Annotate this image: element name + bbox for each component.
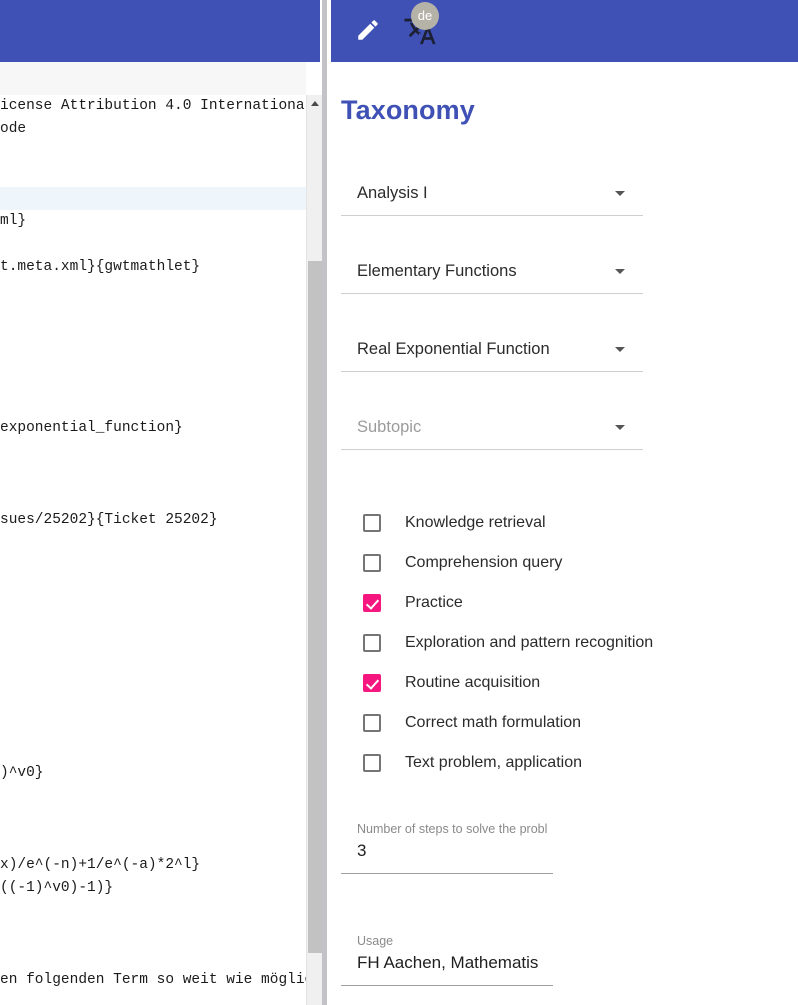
checkbox-row-correct-math-formulation[interactable]: Correct math formulation [341, 703, 761, 743]
pencil-icon[interactable] [350, 12, 386, 48]
editor-toolbar-strip [0, 62, 306, 96]
code-line: en folgenden Term so weit wie möglich [0, 972, 306, 988]
page-title: Taxonomy [341, 95, 475, 125]
checkbox-row-exploration-and-pattern-recognition[interactable]: Exploration and pattern recognition [341, 623, 761, 663]
source-editor-panel: icense Attribution 4.0 International ode m… [0, 62, 322, 1005]
field-label: Number of steps to solve the probl [357, 822, 548, 836]
checkbox-row-text-problem-application[interactable]: Text problem, application [341, 743, 761, 783]
checkbox-text-problem-application[interactable] [363, 754, 381, 772]
field-value[interactable]: FH Aachen, Mathematis [357, 953, 553, 973]
checkbox-label: Comprehension query [405, 554, 563, 571]
select-topic-level-3[interactable]: Real Exponential Function [341, 312, 643, 372]
code-line: t.meta.xml}{gwtmathlet} [0, 259, 201, 275]
code-line: ode [0, 121, 27, 137]
code-line: ((-1)^v0)-1)} [0, 880, 114, 896]
application-window: de icense Attribution 4.0 International o… [0, 0, 798, 1005]
checkbox-routine-acquisition[interactable] [363, 674, 381, 692]
select-topic-level-1[interactable]: Analysis I [341, 156, 643, 216]
checkbox-row-comprehension-query[interactable]: Comprehension query [341, 543, 761, 583]
editor-vertical-scrollbar[interactable] [306, 95, 322, 1005]
field-underline [341, 293, 643, 294]
checkbox-practice[interactable] [363, 594, 381, 612]
code-line: ml} [0, 213, 27, 229]
checkbox-correct-math-formulation[interactable] [363, 714, 381, 732]
chevron-down-icon[interactable] [615, 347, 625, 352]
checkbox-label: Practice [405, 594, 463, 611]
code-line [0, 187, 306, 210]
chevron-down-icon[interactable] [615, 425, 625, 430]
select-topic-level-2[interactable]: Elementary Functions [341, 234, 643, 294]
field-underline [341, 985, 553, 986]
checkbox-exploration-and-pattern-recognition[interactable] [363, 634, 381, 652]
checkbox-label: Exploration and pattern recognition [405, 634, 654, 651]
checkbox-label: Correct math formulation [405, 714, 582, 731]
field-underline [341, 449, 643, 450]
select-value: Subtopic [357, 418, 422, 436]
select-value: Real Exponential Function [357, 340, 550, 358]
checkbox-label: Routine acquisition [405, 674, 541, 691]
checkbox-comprehension-query[interactable] [363, 554, 381, 572]
code-line: )^v0} [0, 765, 44, 781]
language-badge[interactable]: de [411, 2, 439, 30]
editor-code-area[interactable]: icense Attribution 4.0 International ode m… [0, 95, 306, 1005]
select-subtopic[interactable]: Subtopic [341, 390, 643, 450]
checkbox-row-routine-acquisition[interactable]: Routine acquisition [341, 663, 761, 703]
code-line: icense Attribution 4.0 International [0, 98, 306, 114]
checkbox-row-practice[interactable]: Practice [341, 583, 761, 623]
scrollbar-thumb[interactable] [308, 261, 322, 953]
text-field-usage[interactable]: Usage FH Aachen, Mathematis [341, 924, 553, 986]
scroll-up-arrow-icon[interactable] [307, 95, 322, 111]
field-label: Usage [357, 934, 394, 948]
field-underline [341, 215, 643, 216]
code-line: sues/25202}{Ticket 25202} [0, 512, 218, 528]
field-underline [341, 873, 553, 874]
panel-splitter[interactable] [322, 0, 331, 1005]
app-bar: de [0, 0, 798, 62]
taxonomy-form-panel: Taxonomy Analysis I Elementary Functions R… [331, 62, 798, 1005]
code-line: x)/e^(-n)+1/e^(-a)*2^l} [0, 857, 201, 873]
checkbox-row-knowledge-retrieval[interactable]: Knowledge retrieval [341, 503, 761, 543]
field-underline [341, 371, 643, 372]
field-value[interactable]: 3 [357, 841, 553, 861]
checkbox-knowledge-retrieval[interactable] [363, 514, 381, 532]
select-value: Elementary Functions [357, 262, 517, 280]
select-value: Analysis I [357, 184, 428, 202]
chevron-down-icon[interactable] [615, 269, 625, 274]
checkbox-label: Knowledge retrieval [405, 514, 546, 531]
code-line: exponential_function} [0, 420, 183, 436]
text-field-number-of-steps[interactable]: Number of steps to solve the probl 3 [341, 812, 553, 874]
checkbox-label: Text problem, application [405, 754, 582, 771]
chevron-down-icon[interactable] [615, 191, 625, 196]
